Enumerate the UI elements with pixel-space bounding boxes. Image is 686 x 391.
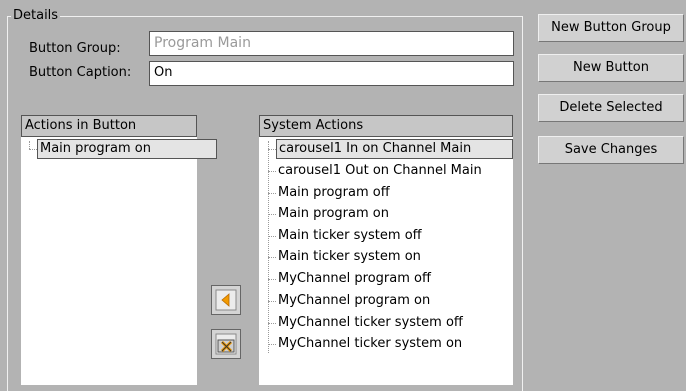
actions-in-button-header: Actions in Button bbox=[21, 115, 197, 137]
tree-connector bbox=[268, 171, 276, 172]
save-changes-button[interactable]: Save Changes bbox=[538, 136, 684, 164]
new-button-button[interactable]: New Button bbox=[538, 54, 684, 82]
tree-connector bbox=[268, 257, 276, 258]
list-item[interactable]: carousel1 Out on Channel Main bbox=[278, 161, 482, 181]
move-to-button-button[interactable] bbox=[211, 285, 241, 315]
button-group-field[interactable]: Program Main bbox=[149, 31, 514, 56]
tree-connector bbox=[268, 344, 276, 345]
list-item[interactable]: Main program off bbox=[278, 183, 390, 203]
tree-connector bbox=[268, 301, 276, 302]
list-item[interactable]: MyChannel program off bbox=[278, 269, 431, 289]
arrow-left-icon bbox=[215, 289, 237, 311]
delete-selected-button[interactable]: Delete Selected bbox=[538, 94, 684, 122]
tree-connector bbox=[268, 193, 276, 194]
tree-connector bbox=[268, 279, 276, 280]
system-actions-list[interactable]: System Actions carousel1 In on Channel M… bbox=[259, 115, 513, 385]
remove-action-button[interactable] bbox=[211, 329, 241, 359]
new-button-group-button[interactable]: New Button Group bbox=[538, 14, 684, 42]
system-actions-header: System Actions bbox=[259, 115, 513, 137]
list-item[interactable]: Main program on bbox=[37, 139, 217, 159]
details-legend: Details bbox=[11, 8, 61, 24]
tree-connector bbox=[29, 141, 30, 149]
list-item[interactable]: carousel1 In on Channel Main bbox=[276, 139, 513, 159]
tree-connector bbox=[268, 141, 269, 353]
actions-in-button-list[interactable]: Actions in Button Main program on bbox=[21, 115, 217, 385]
tree-connector bbox=[268, 323, 276, 324]
list-item[interactable]: Main ticker system on bbox=[278, 247, 421, 267]
list-item[interactable]: MyChannel program on bbox=[278, 291, 430, 311]
tree-connector bbox=[268, 214, 276, 215]
list-item[interactable]: Main program on bbox=[278, 204, 389, 224]
tree-connector bbox=[268, 149, 276, 150]
button-caption-label: Button Caption: bbox=[29, 65, 132, 80]
button-caption-field[interactable]: On bbox=[149, 61, 514, 86]
list-item[interactable]: MyChannel ticker system on bbox=[278, 334, 462, 354]
delete-x-icon bbox=[215, 333, 237, 355]
list-item[interactable]: MyChannel ticker system off bbox=[278, 313, 463, 333]
tree-connector bbox=[29, 149, 37, 150]
button-group-label: Button Group: bbox=[29, 41, 121, 56]
list-item[interactable]: Main ticker system off bbox=[278, 226, 422, 246]
tree-connector bbox=[268, 236, 276, 237]
